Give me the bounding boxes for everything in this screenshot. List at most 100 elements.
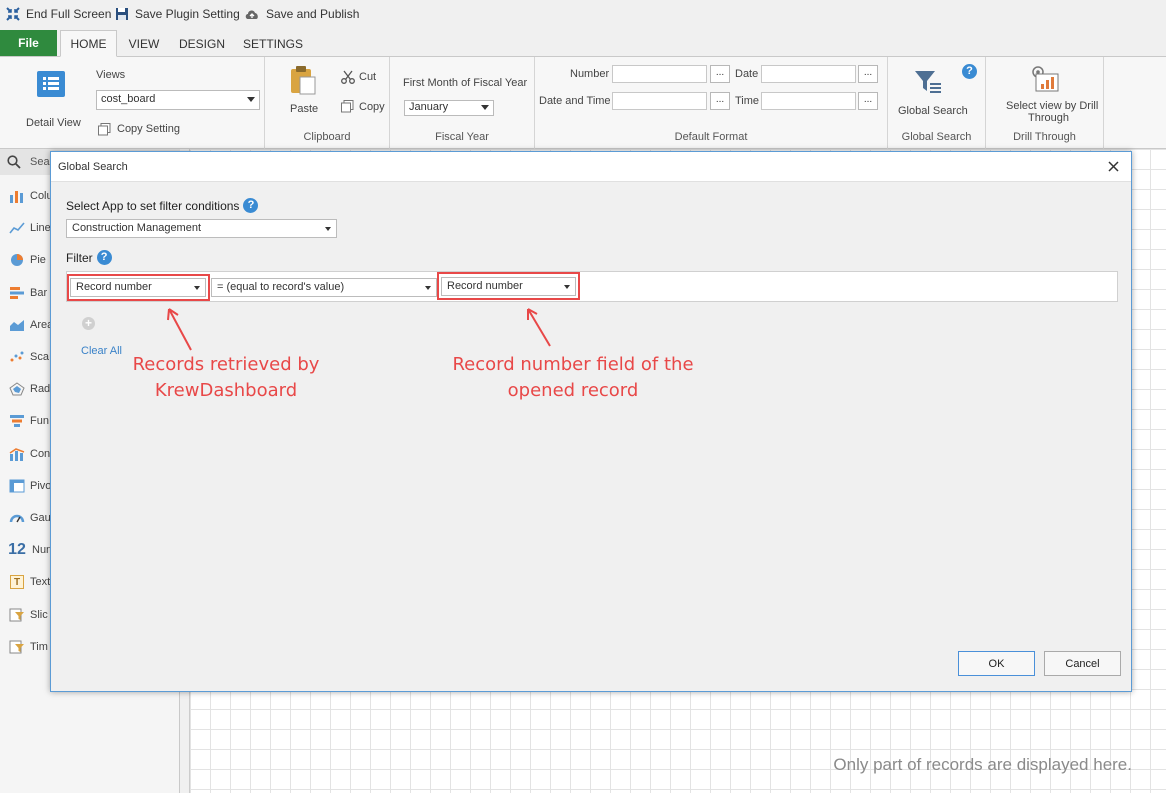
- annotation-arrows: [167, 308, 551, 351]
- end-full-screen-button[interactable]: End Full Screen: [6, 6, 111, 22]
- time-format-label: Time: [735, 95, 760, 107]
- save-icon: [116, 8, 128, 20]
- canvas-note: Only part of records are displayed here.: [833, 755, 1132, 774]
- scissors-icon: [341, 70, 355, 84]
- chevron-down-icon: [247, 97, 255, 102]
- date-time-format-label: Date and Time: [539, 95, 611, 107]
- search-icon: [7, 155, 21, 169]
- sidebar-item-label: Gau: [30, 512, 51, 524]
- gauge-icon: [8, 511, 26, 525]
- date-format-input[interactable]: [761, 65, 856, 83]
- filter-funnel-icon: [915, 71, 941, 93]
- area-chart-icon: [8, 318, 26, 332]
- sidebar-item-label: Pivo: [30, 479, 52, 492]
- save-and-publish-button[interactable]: Save and Publish: [244, 6, 359, 22]
- detail-view-label: Detail View: [26, 117, 81, 129]
- views-select[interactable]: cost_board: [96, 90, 260, 110]
- fiscal-month-label: First Month of Fiscal Year: [403, 77, 528, 89]
- help-icon[interactable]: ?: [962, 64, 977, 79]
- funnel-chart-icon: [8, 414, 26, 428]
- copy-icon: [341, 100, 354, 113]
- exit-fullscreen-icon: [6, 7, 20, 21]
- drill-through-label-line1: Select view by Drill: [1006, 100, 1099, 112]
- save-plugin-setting-label: Save Plugin Setting: [135, 7, 240, 21]
- line-chart-icon: [8, 221, 26, 235]
- fiscal-month-select[interactable]: January: [404, 100, 494, 116]
- radar-chart-icon: [8, 382, 26, 396]
- sidebar-item-label: Tim: [30, 640, 48, 653]
- sidebar-item-label: Rad: [30, 383, 51, 396]
- number-format-button[interactable]: ...: [710, 65, 730, 83]
- arrow-left: [168, 308, 192, 351]
- drill-through-group: Select view by Drill Through Drill Throu…: [986, 57, 1104, 149]
- number-icon: 12: [8, 541, 26, 559]
- cut-button[interactable]: Cut: [341, 69, 385, 85]
- number-format-input[interactable]: [612, 65, 707, 83]
- column-chart-icon: [8, 189, 26, 203]
- chevron-down-icon: [481, 105, 489, 110]
- save-and-publish-label: Save and Publish: [266, 7, 360, 21]
- annotation-left-line2: KrewDashboard: [154, 380, 298, 401]
- views-label: Views: [96, 69, 126, 81]
- copy-button[interactable]: Copy: [341, 99, 387, 115]
- sidebar-item-label: Line: [30, 222, 51, 235]
- cancel-button[interactable]: Cancel: [1044, 651, 1121, 676]
- time-format-button[interactable]: ...: [858, 92, 878, 110]
- sidebar-item-label: Fun: [30, 415, 49, 428]
- combo-chart-icon: [8, 447, 26, 461]
- date-time-format-input[interactable]: [612, 92, 707, 110]
- annotation-right-line1: Record number field of the: [452, 354, 694, 375]
- copy-setting-label: Copy Setting: [117, 123, 180, 135]
- sidebar-item-label: Sca: [30, 351, 49, 363]
- sidebar-item-label: Slic: [30, 608, 48, 621]
- time-format-input[interactable]: [761, 92, 856, 110]
- global-search-group-label: Global Search: [901, 131, 972, 143]
- cloud-upload-icon: [245, 10, 258, 19]
- paste-button[interactable]: Paste: [285, 65, 323, 117]
- save-plugin-setting-button[interactable]: Save Plugin Setting: [115, 6, 240, 22]
- scatter-chart-icon: [8, 350, 26, 364]
- clipboard-group: Paste Cut Copy Clipboard: [265, 57, 390, 149]
- fiscal-year-group: First Month of Fiscal Year January Fisca…: [390, 57, 535, 149]
- text-icon: T: [8, 575, 26, 590]
- detail-view-button[interactable]: Detail View: [20, 69, 84, 129]
- views-select-value: cost_board: [101, 93, 156, 105]
- fiscal-month-value: January: [409, 101, 449, 113]
- date-format-label: Date: [735, 68, 759, 80]
- copy-setting-button[interactable]: Copy Setting: [98, 122, 188, 138]
- cut-label: Cut: [359, 71, 377, 83]
- sidebar-item-label: Pie: [30, 254, 46, 267]
- tab-view[interactable]: VIEW: [122, 30, 166, 57]
- sidebar-item-label: Bar: [30, 286, 48, 299]
- drill-through-button[interactable]: Select view by Drill Through: [994, 65, 1099, 124]
- end-full-screen-label: End Full Screen: [26, 7, 112, 21]
- tab-design[interactable]: DESIGN: [174, 30, 230, 57]
- views-group: Detail View Views cost_board Copy Settin…: [0, 57, 265, 149]
- default-format-group-label: Default Format: [674, 131, 748, 143]
- quick-access-bar: End Full Screen Save Plugin Setting Save…: [0, 0, 1166, 28]
- clipboard-group-label: Clipboard: [303, 131, 351, 143]
- annotation-right: Record number field of the opened record: [449, 352, 697, 404]
- date-format-button[interactable]: ...: [858, 65, 878, 83]
- tab-file[interactable]: File: [0, 30, 57, 56]
- sidebar-item-label: Con: [30, 447, 51, 460]
- default-format-group: Number ... Date ... Date and Time ... Ti…: [535, 57, 888, 149]
- drill-through-icon: [1032, 66, 1059, 92]
- tab-home[interactable]: HOME: [60, 30, 117, 57]
- annotation-left: Records retrieved by KrewDashboard: [131, 352, 321, 404]
- date-time-format-button[interactable]: ...: [710, 92, 730, 110]
- pivot-table-icon: [8, 479, 26, 493]
- timeline-icon: [8, 640, 26, 654]
- global-search-group: Global Search ? Global Search: [888, 57, 986, 149]
- annotation-left-line1: Records retrieved by: [132, 354, 320, 375]
- global-search-label: Global Search: [898, 105, 968, 117]
- slicer-icon: [8, 608, 26, 622]
- global-search-button[interactable]: Global Search: [896, 67, 968, 119]
- ribbon: Detail View Views cost_board Copy Settin…: [0, 57, 1166, 149]
- fiscal-year-group-label: Fiscal Year: [435, 131, 489, 143]
- ok-button[interactable]: OK: [958, 651, 1035, 676]
- arrow-right: [527, 308, 551, 347]
- tab-settings[interactable]: SETTINGS: [240, 30, 306, 57]
- pie-chart-icon: [8, 253, 26, 267]
- copy-setting-icon: [98, 123, 111, 136]
